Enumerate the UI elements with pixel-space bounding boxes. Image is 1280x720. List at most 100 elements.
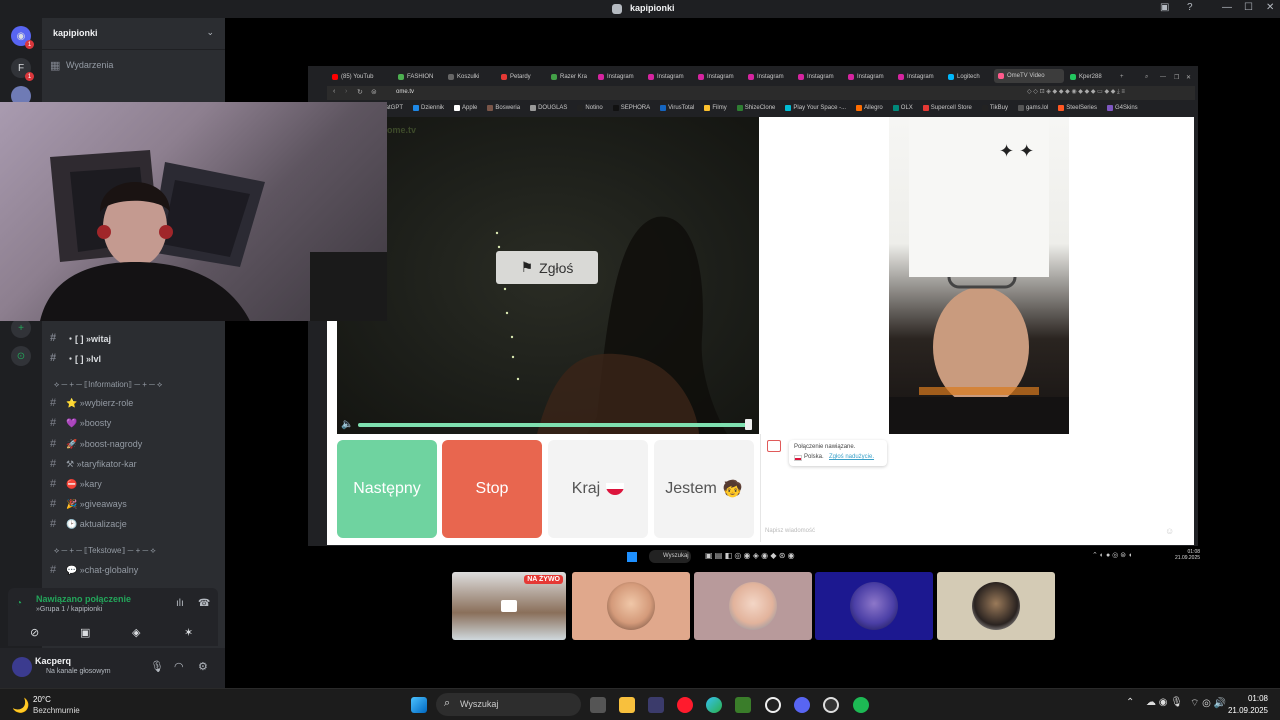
tab[interactable]: Kper288 [1070,71,1114,83]
minecraft-icon[interactable] [735,697,751,713]
maximize-button[interactable]: ☐ [1244,2,1253,13]
channel-item[interactable]: # 💜 »boosty [50,414,220,432]
report-button[interactable]: ⚑ Zgłoś [496,251,598,284]
back-icon[interactable]: ‹ [333,88,335,95]
channel-item[interactable]: # ・[ ] »witaj [50,329,220,347]
bookmark[interactable]: OLX [892,105,913,111]
microphone-icon[interactable]: 🎙 [150,660,164,673]
window-restore-icon[interactable]: ❐ [1174,71,1179,83]
message-input[interactable]: Napisz wiadomość [765,528,815,534]
new-tab-button[interactable]: + [1120,71,1124,83]
volume-slider[interactable] [358,423,750,427]
network-volume-icons[interactable]: ⌔ ◎ 🔊 [1190,697,1226,710]
bookmark[interactable]: gams.lol [1017,105,1048,111]
microsoft-store-icon[interactable] [648,697,664,713]
bookmark[interactable]: Filmy [704,105,727,111]
discord-home-icon[interactable]: ◉ 1 [11,26,34,49]
add-server-icon[interactable]: + [11,318,31,338]
tab[interactable]: Instagram [748,71,792,83]
volume-slider-handle[interactable] [745,419,752,430]
report-abuse-link[interactable]: Zgłoś nadużycie. [829,454,874,460]
url-field[interactable]: ome.tv [396,89,414,95]
bookmark[interactable]: Dziennik [413,105,444,111]
channel-item[interactable]: # ⭐ »wybierz-role [50,394,220,412]
tab[interactable]: Instagram [598,71,642,83]
reload-icon[interactable]: ↻ [357,88,363,96]
headphones-icon[interactable]: ◠ [174,660,184,673]
tab-active[interactable]: OmeTV Video [994,69,1064,83]
bookmark[interactable]: SEPHORA [612,105,650,111]
taskbar-search[interactable]: ⌕ Wyszukaj [436,693,581,716]
category-header[interactable]: ⟡ ─ + ─ ⟦Tekstowe⟧ ─ + ─ ⟡ [54,546,156,556]
minimize-button[interactable]: — [1222,2,1232,13]
tray-overflow-icon[interactable]: ⌃ [1126,697,1134,708]
bookmark[interactable]: Allegro [856,105,883,111]
stop-button[interactable]: Stop [442,440,542,538]
weather-moon-icon[interactable]: 🌙 [12,697,29,714]
live-preview-thumbnail[interactable]: NA ŻYWO [452,572,566,640]
bookmark[interactable]: SteelSeries [1058,105,1097,111]
channel-item[interactable]: # ・[ ] »lvl [50,349,220,367]
tab[interactable]: Logitech [948,71,990,83]
emoji-icon[interactable]: ☺ [1165,526,1174,536]
activity-icon[interactable]: ◈ [132,626,140,639]
avatar[interactable] [12,657,32,677]
server-icon[interactable]: F1 [11,58,34,81]
close-button[interactable]: ✕ [1266,2,1274,13]
weather-desc[interactable]: Bezchmurnie [33,706,80,715]
bookmark[interactable]: VirusTotal [660,105,694,111]
soundboard-icon[interactable]: ✶ [184,626,193,639]
bookmark[interactable]: Apple [454,105,477,111]
participant-tile[interactable] [694,572,812,640]
bookmark[interactable]: ShizeClone [736,105,775,111]
gender-button[interactable]: Jestem 🧒 [654,440,754,538]
tray-app-icons[interactable]: ☁ ◉ 🎙 [1146,697,1183,708]
channel-item[interactable]: # 🎉 »giveaways [50,495,220,513]
tab[interactable]: Instagram [798,71,842,83]
category-header[interactable]: ⟡ ─ + ─ ⟦Information⟧ ─ + ─ ⟡ [54,380,162,390]
settings-gear-icon[interactable]: ⚙ [198,660,208,673]
steam-icon[interactable] [823,697,839,713]
screen-share-icon[interactable]: ▣ [80,626,90,639]
events-item[interactable]: ▦ Wydarzenia [50,56,220,74]
tab[interactable]: Petardy [501,71,545,83]
clock-date[interactable]: 21.09.2025 [1222,706,1268,715]
bookmark[interactable]: G4Skins [1106,105,1138,111]
inbox-icon[interactable]: ▣ [1160,2,1169,13]
noise-suppression-icon[interactable]: ılı [176,598,184,609]
tab[interactable]: Razer Kra [551,71,595,83]
extension-icons[interactable]: ◇ ◇ ⊡ ◈ ◆ ◆ ◆ ◉ ◆ ◆ ◆ ▭ ◆ ◆ ⤓ ≡ [1027,88,1125,96]
edge-icon[interactable] [706,697,722,713]
spotify-icon[interactable] [853,697,869,713]
forward-icon[interactable]: › [345,88,347,95]
window-close-icon[interactable]: ✕ [1186,71,1191,83]
channel-item[interactable]: # 🚀 »boost-nagrody [50,435,220,453]
task-view-icon[interactable] [590,697,606,713]
tab[interactable]: (85) YouTub [332,71,384,83]
windows-start-icon[interactable] [411,697,427,713]
search-tabs-icon[interactable]: ⌕ [1145,71,1148,83]
site-info-icon[interactable]: ⊜ [371,88,377,96]
tab[interactable]: Instagram [698,71,742,83]
camera-off-icon[interactable]: ⊘ [30,626,39,639]
help-icon[interactable]: ? [1187,2,1193,13]
discord-icon[interactable] [794,697,810,713]
disconnect-icon[interactable]: ☎ [198,598,210,609]
country-button[interactable]: Kraj [548,440,648,538]
volume-icon[interactable]: 🔈 [341,419,353,430]
bookmark[interactable]: Supercell Store [922,105,972,111]
voice-channel[interactable]: »Grupa 1 / kapipionki [36,606,102,613]
tab[interactable]: Instagram [898,71,942,83]
opera-icon[interactable] [677,697,693,713]
weather-temp[interactable]: 20°C [33,695,51,704]
tab[interactable]: Instagram [848,71,892,83]
tab[interactable]: FASHION [398,71,442,83]
participant-tile[interactable] [572,572,690,640]
server-header[interactable]: kapipionki ⌄ [42,18,225,50]
channel-item[interactable]: # ⚒ »taryfikator-kar [50,455,220,473]
file-explorer-icon[interactable] [619,697,635,713]
obs-icon[interactable] [765,697,781,713]
bookmark[interactable]: DOUGLAS [530,105,567,111]
channel-item[interactable]: # ⛔ »kary [50,475,220,493]
next-button[interactable]: Następny [337,440,437,538]
